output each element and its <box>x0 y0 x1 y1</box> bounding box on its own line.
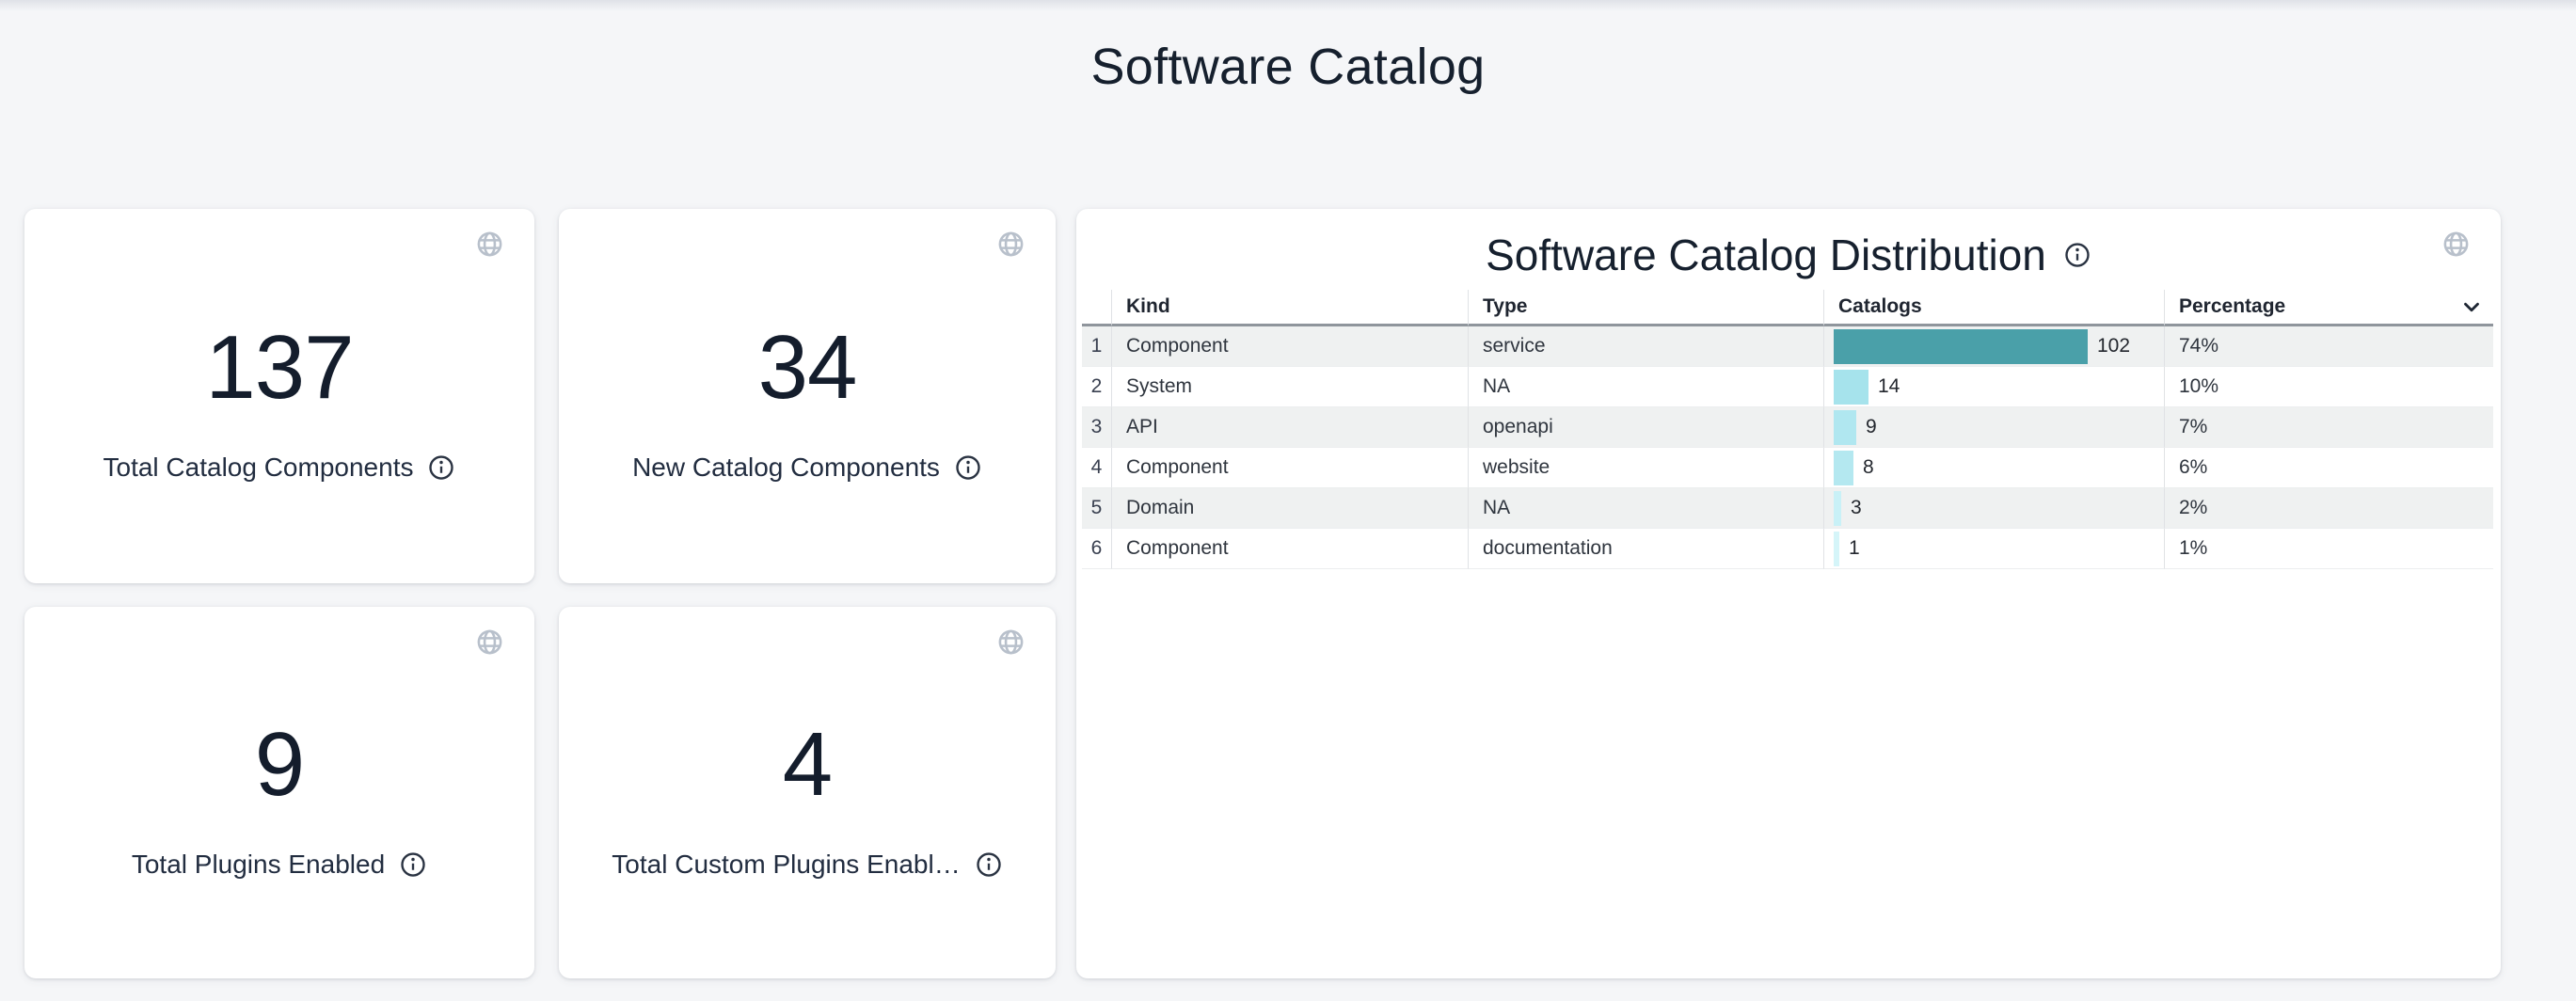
catalog-bar <box>1834 532 1839 566</box>
chevron-down-icon[interactable] <box>2459 294 2484 319</box>
cell-percentage: 1% <box>2164 529 2493 569</box>
stat-value: 4 <box>783 720 832 810</box>
stat-label: New Catalog Components <box>632 453 940 483</box>
cell-percentage: 10% <box>2164 367 2493 407</box>
stat-value: 34 <box>758 323 857 413</box>
column-header-percentage[interactable]: Percentage <box>2164 290 2493 326</box>
catalog-count: 102 <box>2097 335 2130 358</box>
catalog-bar <box>1834 410 1856 445</box>
catalog-count: 1 <box>1849 537 1860 560</box>
info-icon[interactable] <box>427 453 455 482</box>
cell-type: documentation <box>1468 529 1823 569</box>
stat-card-new-catalog-components: 34 New Catalog Components <box>559 209 1056 583</box>
cell-type: NA <box>1468 488 1823 529</box>
catalog-bar <box>1834 491 1841 526</box>
cell-kind: Component <box>1111 529 1468 569</box>
catalog-count: 9 <box>1866 416 1877 438</box>
row-index: 6 <box>1082 529 1111 569</box>
cell-kind: Domain <box>1111 488 1468 529</box>
cell-type: NA <box>1468 367 1823 407</box>
column-header-catalogs[interactable]: Catalogs <box>1823 290 2164 326</box>
catalog-bar <box>1834 370 1868 405</box>
cell-percentage: 2% <box>2164 488 2493 529</box>
cell-kind: API <box>1111 407 1468 448</box>
cell-type: service <box>1468 326 1823 367</box>
row-index: 1 <box>1082 326 1111 367</box>
cell-catalogs: 3 <box>1823 488 2164 529</box>
cell-kind: Component <box>1111 326 1468 367</box>
distribution-title: Software Catalog Distribution <box>1486 230 2046 280</box>
catalog-bar <box>1834 329 2088 364</box>
cell-type: openapi <box>1468 407 1823 448</box>
stat-card-total-catalog-components: 137 Total Catalog Components <box>24 209 534 583</box>
cell-catalogs: 1 <box>1823 529 2164 569</box>
cell-percentage: 74% <box>2164 326 2493 367</box>
row-index: 4 <box>1082 448 1111 488</box>
stat-value: 137 <box>205 323 353 413</box>
catalog-bar <box>1834 451 1853 485</box>
row-index: 2 <box>1082 367 1111 407</box>
column-header-kind[interactable]: Kind <box>1111 290 1468 326</box>
cell-percentage: 6% <box>2164 448 2493 488</box>
distribution-table: Kind Type Catalogs Percentage 1 Componen… <box>1082 290 2493 569</box>
row-index: 5 <box>1082 488 1111 529</box>
cell-kind: System <box>1111 367 1468 407</box>
catalog-count: 14 <box>1878 375 1900 398</box>
stat-card-total-custom-plugins-enabled: 4 Total Custom Plugins Enabl… <box>559 607 1056 978</box>
info-icon[interactable] <box>954 453 982 482</box>
catalog-count: 8 <box>1863 456 1874 479</box>
info-icon[interactable] <box>975 850 1003 879</box>
stat-label: Total Plugins Enabled <box>132 850 385 880</box>
cell-catalogs: 102 <box>1823 326 2164 367</box>
column-header-label: Percentage <box>2179 295 2285 318</box>
info-icon[interactable] <box>399 850 427 879</box>
column-header-index <box>1082 290 1111 326</box>
info-icon[interactable] <box>2063 241 2091 269</box>
distribution-card: Software Catalog Distribution Kind Type … <box>1076 209 2501 978</box>
cell-catalogs: 9 <box>1823 407 2164 448</box>
cell-catalogs: 14 <box>1823 367 2164 407</box>
row-index: 3 <box>1082 407 1111 448</box>
stat-value: 9 <box>255 720 304 810</box>
page-title: Software Catalog <box>0 38 2576 96</box>
cell-catalogs: 8 <box>1823 448 2164 488</box>
cell-percentage: 7% <box>2164 407 2493 448</box>
column-header-type[interactable]: Type <box>1468 290 1823 326</box>
stat-label: Total Catalog Components <box>103 453 414 483</box>
cell-type: website <box>1468 448 1823 488</box>
stat-card-total-plugins-enabled: 9 Total Plugins Enabled <box>24 607 534 978</box>
stat-label: Total Custom Plugins Enabl… <box>612 850 960 880</box>
catalog-count: 3 <box>1851 497 1862 519</box>
cell-kind: Component <box>1111 448 1468 488</box>
